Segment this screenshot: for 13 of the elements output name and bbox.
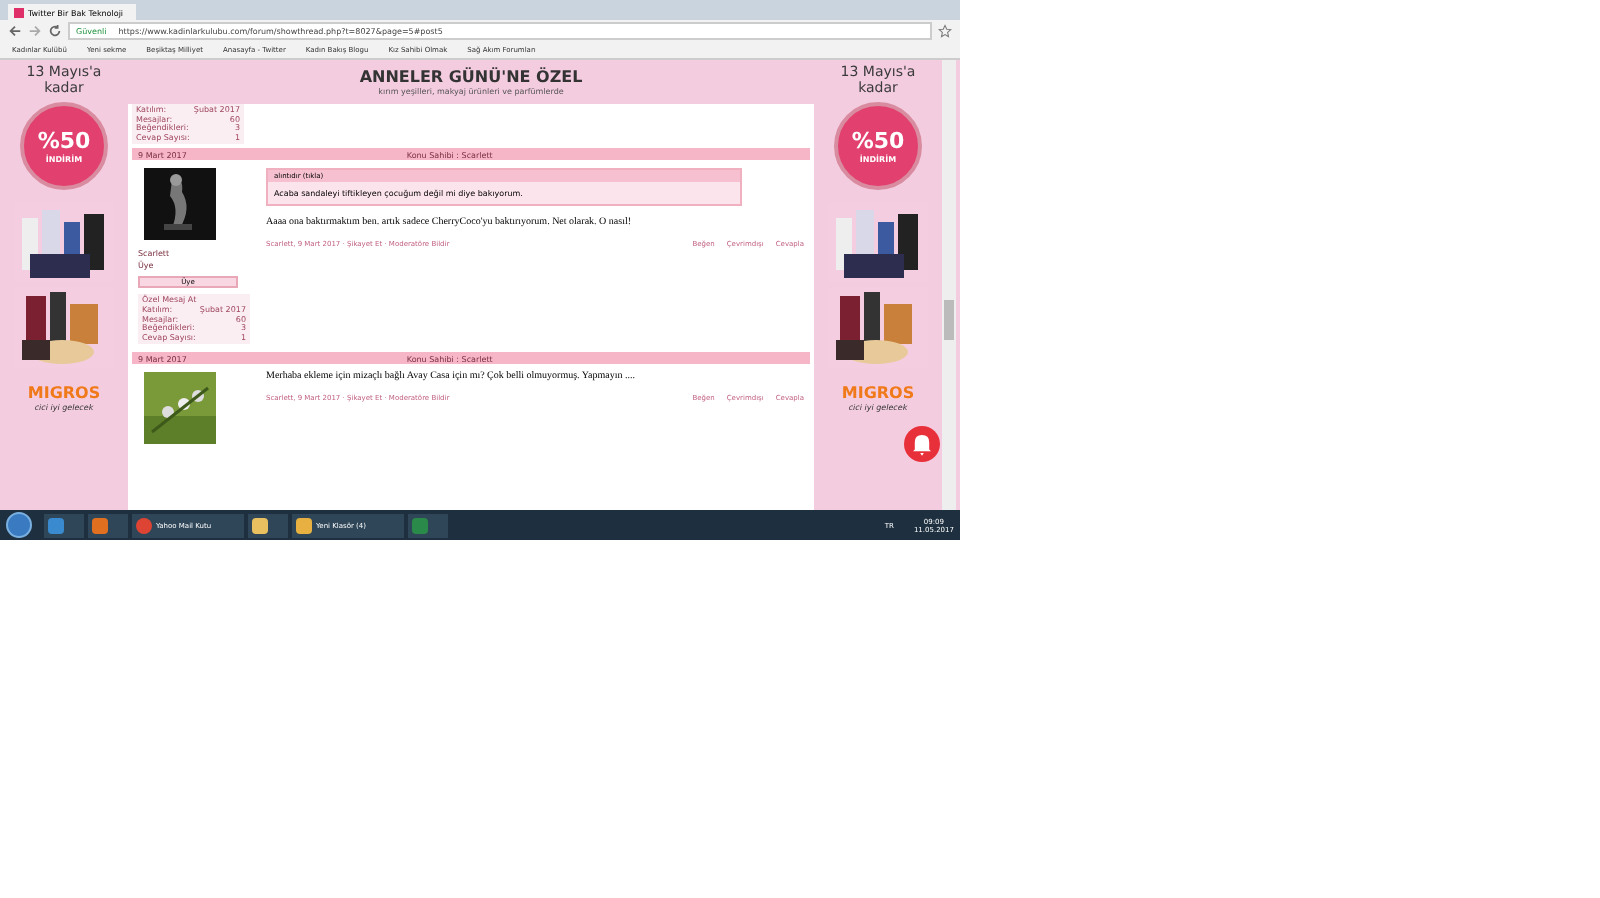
taskbar-button[interactable] <box>44 513 84 537</box>
taskbar-button[interactable] <box>88 513 128 537</box>
scrollbar-thumb[interactable] <box>944 300 954 340</box>
brand-logo: MIGROS <box>841 384 915 402</box>
star-icon[interactable] <box>938 24 952 38</box>
back-icon[interactable] <box>8 24 22 38</box>
reload-icon[interactable] <box>48 24 62 38</box>
site-icon <box>14 7 24 17</box>
start-button[interactable] <box>6 512 32 538</box>
brand-logo: MIGROS <box>27 384 101 402</box>
notification-bell-icon[interactable] <box>904 426 940 462</box>
taskbar-button[interactable] <box>248 513 288 537</box>
banner-title: ANNELER GÜNÜ'NE ÖZEL <box>359 68 583 86</box>
